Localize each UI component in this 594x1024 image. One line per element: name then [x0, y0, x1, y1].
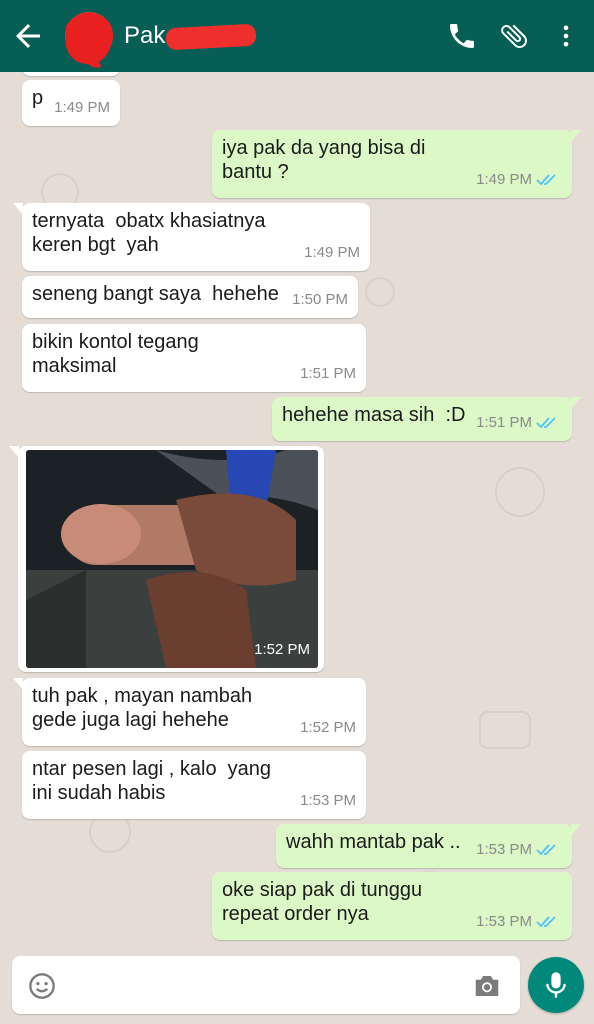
photo-thumbnail[interactable]: 1:52 PM: [26, 450, 318, 668]
redaction-mark: [165, 23, 257, 51]
chat-header: Pak: [0, 0, 594, 72]
message-bubble-outgoing[interactable]: hehehe masa sih :D 1:51 PM: [272, 397, 581, 441]
message-bubble-incoming[interactable]: ternyata obatx khasiatnya keren bgt yah …: [13, 203, 370, 271]
message-bubble-outgoing[interactable]: oke siap pak di tunggu repeat order nya …: [212, 872, 572, 940]
message-bubble-incoming[interactable]: bikin kontol tegang maksimal 1:51 PM: [22, 324, 366, 392]
call-icon[interactable]: [446, 20, 478, 52]
read-ticks-icon: [536, 174, 556, 186]
read-ticks-icon: [536, 844, 556, 856]
message-time: 1:53 PM: [476, 910, 558, 934]
message-list[interactable]: p 1:49 PM iya pak da yang bisa di bantu …: [0, 72, 594, 952]
mic-button[interactable]: [528, 957, 584, 1013]
bubble-tail: [571, 824, 581, 836]
bubble-tail: [9, 446, 19, 458]
attach-icon[interactable]: [498, 20, 530, 52]
contact-name[interactable]: Pak: [124, 22, 165, 50]
message-bubble-outgoing[interactable]: iya pak da yang bisa di bantu ? 1:49 PM: [212, 130, 581, 198]
message-time: 1:53 PM: [300, 792, 356, 809]
read-ticks-icon: [536, 916, 556, 928]
bubble-tail: [571, 130, 581, 142]
message-bubble-outgoing[interactable]: wahh mantab pak .. 1:53 PM: [276, 824, 581, 868]
message-time: 1:51 PM: [300, 365, 356, 382]
emoji-icon[interactable]: [28, 972, 56, 1000]
message-bubble-incoming[interactable]: seneng bangt saya hehehe 1:50 PM: [22, 276, 358, 318]
message-time: 1:53 PM: [476, 838, 558, 862]
photo-image: [26, 450, 318, 668]
photo-message[interactable]: 1:52 PM: [9, 446, 324, 672]
camera-icon[interactable]: [472, 972, 502, 1000]
message-bubble-incoming[interactable]: tuh pak , mayan nambah gede juga lagi he…: [13, 678, 366, 746]
message-time: 1:51 PM: [476, 411, 558, 435]
mic-icon: [546, 972, 566, 998]
avatar[interactable]: [56, 6, 122, 70]
read-ticks-icon: [536, 417, 556, 429]
bubble-tail: [571, 397, 581, 409]
message-bubble-incoming[interactable]: ntar pesen lagi , kalo yang ini sudah ha…: [22, 751, 366, 819]
more-vert-icon[interactable]: [552, 20, 580, 52]
message-time: 1:49 PM: [54, 99, 110, 116]
message-bubble-incoming[interactable]: p 1:49 PM: [22, 80, 120, 126]
message-time: 1:52 PM: [254, 641, 310, 658]
message-time: 1:49 PM: [476, 168, 558, 192]
message-time: 1:50 PM: [292, 291, 348, 308]
back-arrow-icon[interactable]: [10, 18, 46, 54]
bubble-tail: [13, 203, 23, 215]
message-time: 1:49 PM: [304, 244, 360, 261]
message-time: 1:52 PM: [300, 719, 356, 736]
message-composer[interactable]: [12, 956, 520, 1014]
message-bubble-incoming[interactable]: [22, 72, 120, 76]
bubble-tail: [13, 678, 23, 690]
